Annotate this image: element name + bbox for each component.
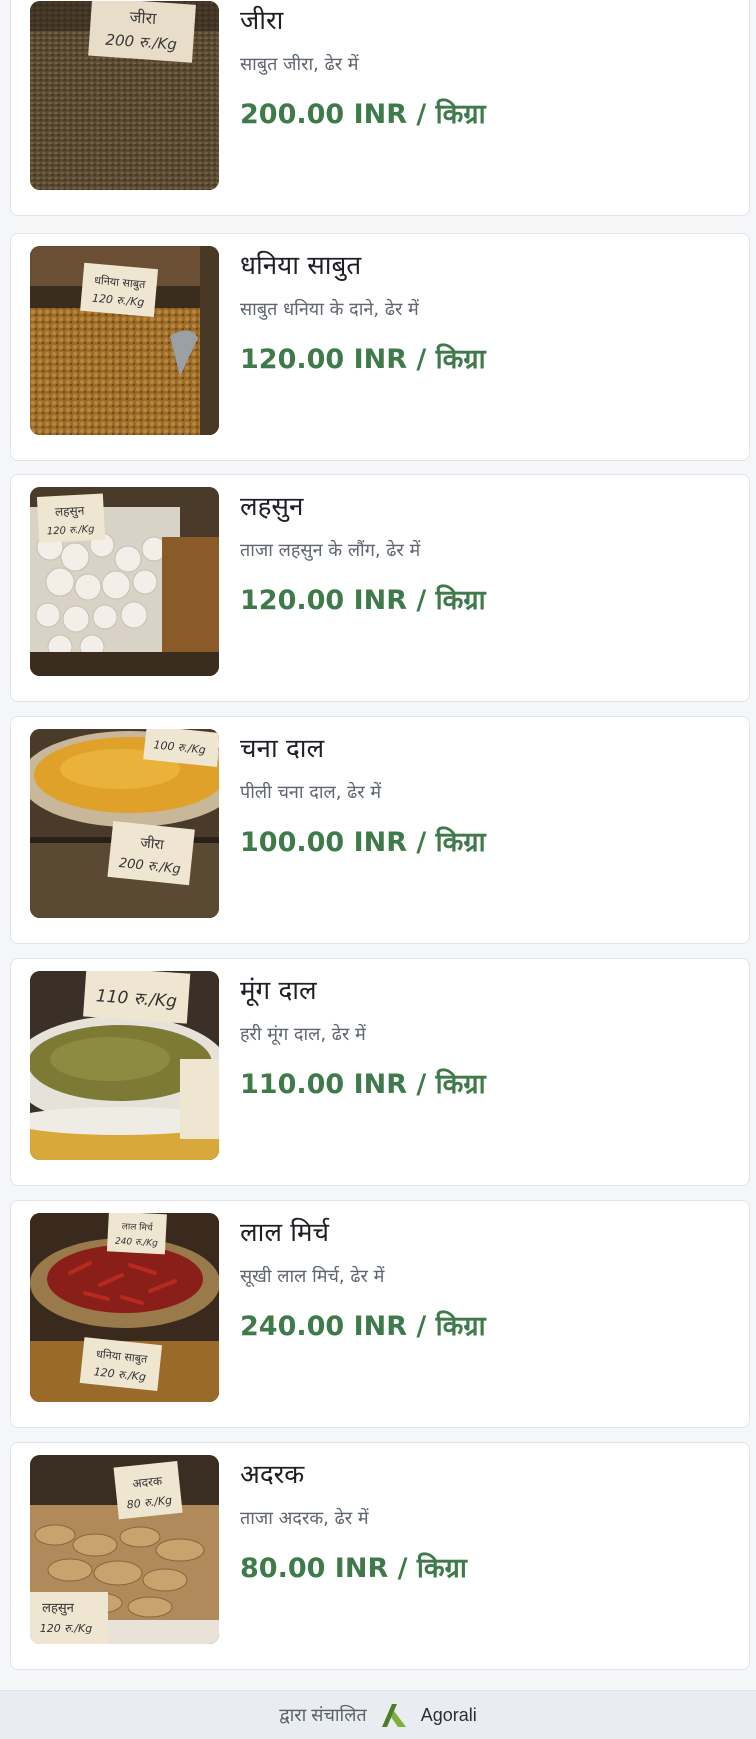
coriander-seeds-photo: धनिया साबुत 120 रु./Kg xyxy=(30,246,219,435)
product-price: 100.00 INR / किग्रा xyxy=(240,827,486,859)
product-price: 120.00 INR / किग्रा xyxy=(240,344,486,376)
cumin-sign-text1: जीरा xyxy=(129,7,158,28)
product-card-chana-dal[interactable]: 100 रु./Kg जीरा 200 रु./Kg चना दाल पीली … xyxy=(10,716,750,944)
product-description: हरी मूंग दाल, ढेर में xyxy=(240,1023,366,1045)
chana-dal-photo: 100 रु./Kg जीरा 200 रु./Kg xyxy=(30,729,219,918)
product-price: 240.00 INR / किग्रा xyxy=(240,1311,486,1343)
product-description: साबुत धनिया के दाने, ढेर में xyxy=(240,298,419,320)
product-card-red-chili[interactable]: लाल मिर्च 240 रु./Kg धनिया साबुत 120 रु.… xyxy=(10,1200,750,1428)
ginger-sign2-text2: 120 रु./Kg xyxy=(40,1622,92,1635)
product-card-coriander[interactable]: धनिया साबुत 120 रु./Kg धनिया साबुत साबुत… xyxy=(10,233,750,461)
agorali-brand-name[interactable]: Agorali xyxy=(421,1705,477,1726)
product-price: 80.00 INR / किग्रा xyxy=(240,1553,467,1585)
ginger-photo: अदरक 80 रु./Kg लहसुन 120 रु./Kg xyxy=(30,1455,219,1644)
product-description: ताजा लहसुन के लौंग, ढेर में xyxy=(240,539,421,561)
product-price: 200.00 INR / किग्रा xyxy=(240,99,486,131)
product-name: अदरक xyxy=(240,1460,305,1490)
product-description: साबुत जीरा, ढेर में xyxy=(240,53,359,75)
product-price: 120.00 INR / किग्रा xyxy=(240,585,486,617)
chana-sign-text1: जीरा xyxy=(140,834,165,853)
product-card-ginger[interactable]: अदरक 80 रु./Kg लहसुन 120 रु./Kg अदरक ताज… xyxy=(10,1442,750,1670)
agorali-logo-icon[interactable] xyxy=(378,1701,410,1729)
garlic-photo: लहसुन 120 रु./Kg xyxy=(30,487,219,676)
product-card-moong-dal[interactable]: 110 रु./Kg मूंग दाल हरी मूंग दाल, ढेर मे… xyxy=(10,958,750,1186)
product-name: धनिया साबुत xyxy=(240,251,362,281)
product-name: लाल मिर्च xyxy=(240,1218,330,1248)
product-description: ताजा अदरक, ढेर में xyxy=(240,1507,369,1529)
red-chili-photo: लाल मिर्च 240 रु./Kg धनिया साबुत 120 रु.… xyxy=(30,1213,219,1402)
product-card-garlic[interactable]: लहसुन 120 रु./Kg लहसुन ताजा लहसुन के लौं… xyxy=(10,474,750,702)
product-name: लहसुन xyxy=(240,492,304,522)
product-description: सूखी लाल मिर्च, ढेर में xyxy=(240,1265,385,1287)
powered-by-text: द्वारा संचालित xyxy=(279,1705,367,1725)
cumin-seeds-photo: जीरा 200 रु./Kg xyxy=(30,1,219,190)
product-name: जीरा xyxy=(240,6,284,36)
garlic-sign-text1: लहसुन xyxy=(55,503,85,520)
product-price: 110.00 INR / किग्रा xyxy=(240,1069,486,1101)
product-name: मूंग दाल xyxy=(240,976,317,1006)
product-card-cumin[interactable]: जीरा 200 रु./Kg जीरा साबुत जीरा, ढेर में… xyxy=(10,0,750,216)
product-name: चना दाल xyxy=(240,734,325,764)
ginger-sign2-text1: लहसुन xyxy=(42,1601,75,1616)
product-description: पीली चना दाल, ढेर में xyxy=(240,781,382,803)
moong-dal-photo: 110 रु./Kg xyxy=(30,971,219,1160)
powered-by-footer: द्वारा संचालित Agorali xyxy=(0,1690,756,1739)
